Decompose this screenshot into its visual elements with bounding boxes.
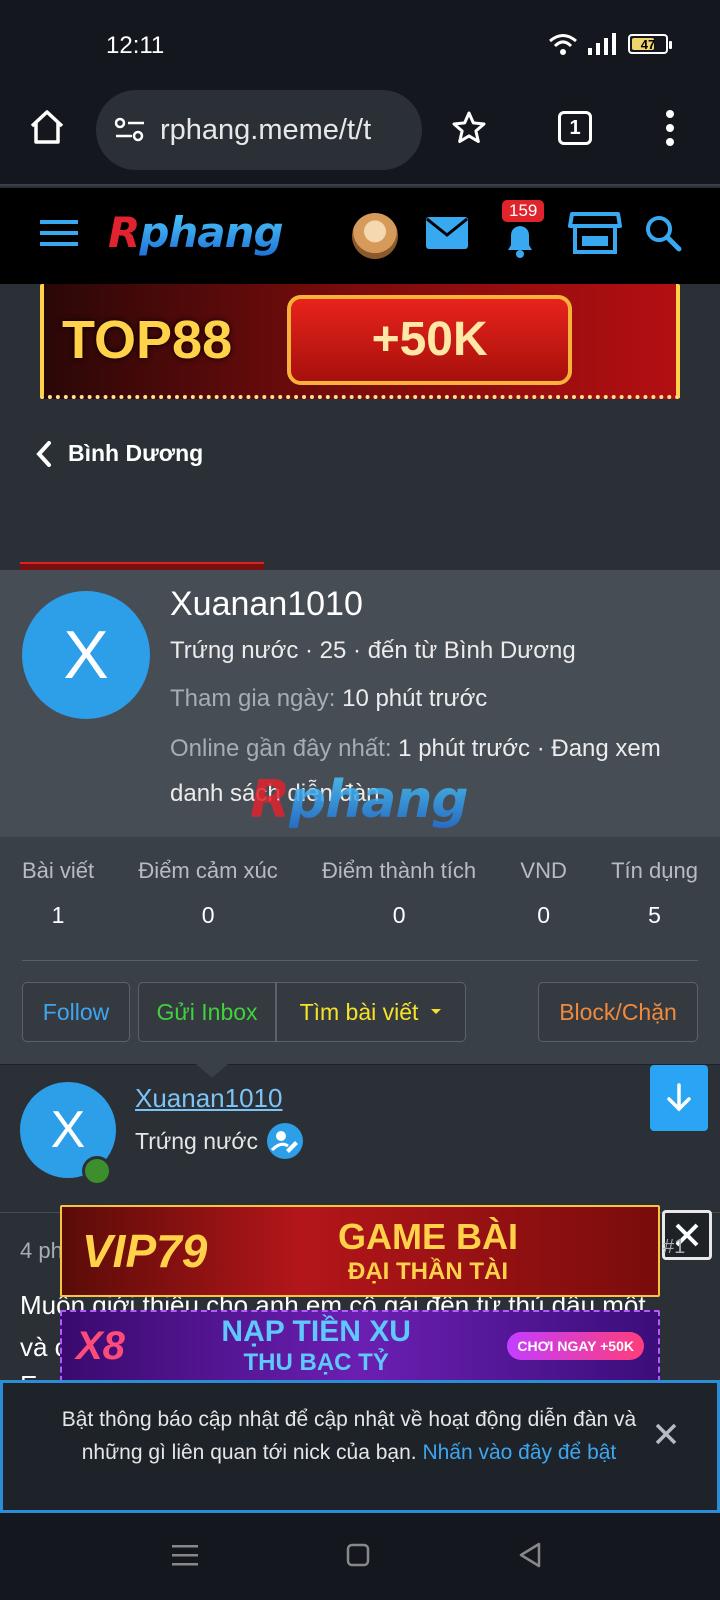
status-bar: 12:11 47 — [0, 0, 720, 90]
stat-credit: Tín dụng 5 — [611, 858, 698, 928]
tabs-icon[interactable]: 1 — [558, 111, 592, 145]
ad-x8-cta[interactable]: CHƠI NGAY +50K — [507, 1332, 644, 1360]
close-icon[interactable] — [655, 1423, 677, 1445]
profile-subtitle: Trứng nước · 25 · đến từ Bình Dương — [170, 637, 576, 664]
mail-icon[interactable] — [425, 216, 469, 250]
find-posts-button[interactable]: Tìm bài viết — [276, 982, 466, 1042]
profile-online: Online gần đây nhất: 1 phút trước · Đang… — [170, 735, 661, 762]
scroll-down-button[interactable] — [650, 1065, 708, 1131]
ad-banner-top88[interactable]: TOP88 +50K — [40, 284, 680, 399]
home-nav-icon[interactable] — [346, 1543, 370, 1567]
breadcrumb[interactable]: Bình Dương — [36, 440, 203, 467]
ad-x8-brand: X8 — [76, 1323, 125, 1368]
find-posts-label: Tìm bài viết — [299, 998, 419, 1025]
ad-vip-text: GAME BÀI ĐẠI THẦN TÀI — [338, 1216, 518, 1285]
clock: 12:11 — [106, 32, 165, 59]
profile-avatar[interactable]: X — [22, 591, 150, 719]
home-icon[interactable] — [28, 108, 66, 146]
verified-edit-icon — [267, 1123, 303, 1159]
browser-toolbar: rphang.meme/t/t 1 — [0, 90, 720, 186]
profile-stats: Bài viết 1 Điểm cảm xúc 0 Điểm thành tích 0… — [22, 858, 698, 929]
ad-brand: TOP88 — [62, 309, 233, 370]
address-bar[interactable]: rphang.meme/t/t — [96, 90, 422, 170]
wifi-icon — [549, 34, 577, 55]
card-pointer — [196, 1064, 228, 1078]
divider — [22, 960, 698, 961]
watermark-logo: Rphang — [250, 770, 469, 830]
post-time: 4 ph — [20, 1238, 63, 1263]
breadcrumb-label: Bình Dương — [68, 440, 204, 466]
site-header: Rphang 159 — [0, 188, 720, 284]
stat-reactions: Điểm cảm xúc 0 — [138, 858, 278, 928]
site-logo[interactable]: Rphang — [108, 208, 284, 257]
stat-vnd: VND 0 — [520, 858, 567, 928]
avatar[interactable] — [352, 213, 398, 259]
ad-vip-brand: VIP79 — [82, 1225, 208, 1277]
block-button[interactable]: Block/Chặn — [538, 982, 698, 1042]
post-username[interactable]: Xuanan1010 — [135, 1083, 282, 1114]
system-nav-bar — [0, 1513, 720, 1600]
notification-text: Bật thông báo cập nhật để cập nhật về ho… — [61, 1408, 637, 1464]
status-icons: 47 — [548, 32, 672, 56]
menu-icon[interactable] — [40, 218, 78, 248]
ad-offer: +50K — [287, 294, 573, 385]
battery-level: 47 — [640, 36, 656, 52]
back-icon[interactable] — [518, 1541, 542, 1569]
stat-posts: Bài viết 1 — [22, 858, 95, 928]
arrow-down-icon — [667, 1083, 691, 1112]
bell-icon[interactable] — [500, 220, 540, 260]
notification-badge: 159 — [502, 200, 545, 222]
signal-icon — [588, 33, 616, 55]
star-icon[interactable] — [451, 110, 487, 146]
recents-icon[interactable] — [172, 1543, 198, 1567]
caret-down-icon — [431, 1009, 442, 1014]
notification-prompt: Bật thông báo cập nhật để cập nhật về ho… — [0, 1380, 720, 1513]
tab-count: 1 — [569, 116, 581, 139]
search-icon[interactable] — [644, 214, 682, 252]
ad-banner-x8[interactable]: X8 NẠP TIỀN XU THU BẠC TỶ CHƠI NGAY +50K — [60, 1310, 660, 1382]
ad-x8-text: NẠP TIỀN XU THU BẠC TỶ — [221, 1315, 411, 1376]
chevron-left-icon — [36, 440, 51, 467]
site-settings-icon[interactable] — [114, 117, 146, 143]
stat-achievements: Điểm thành tích 0 — [322, 858, 477, 928]
profile-joined: Tham gia ngày: 10 phút trước — [170, 685, 488, 712]
battery-icon: 47 — [628, 34, 672, 54]
online-indicator — [82, 1156, 112, 1186]
more-icon[interactable] — [664, 108, 676, 148]
inbox-button[interactable]: Gửi Inbox — [138, 982, 276, 1042]
follow-button[interactable]: Follow — [22, 982, 130, 1042]
shop-icon[interactable] — [568, 210, 622, 256]
post-number[interactable]: #1 — [663, 1236, 685, 1259]
enable-notifications-link[interactable]: Nhấn vào đây để bật — [422, 1441, 616, 1464]
profile-username[interactable]: Xuanan1010 — [170, 585, 363, 624]
url-text: rphang.meme/t/t — [160, 113, 372, 146]
post-rank: Trứng nước — [135, 1128, 258, 1154]
ad-banner-vip79[interactable]: VIP79 GAME BÀI ĐẠI THẦN TÀI — [60, 1205, 660, 1297]
